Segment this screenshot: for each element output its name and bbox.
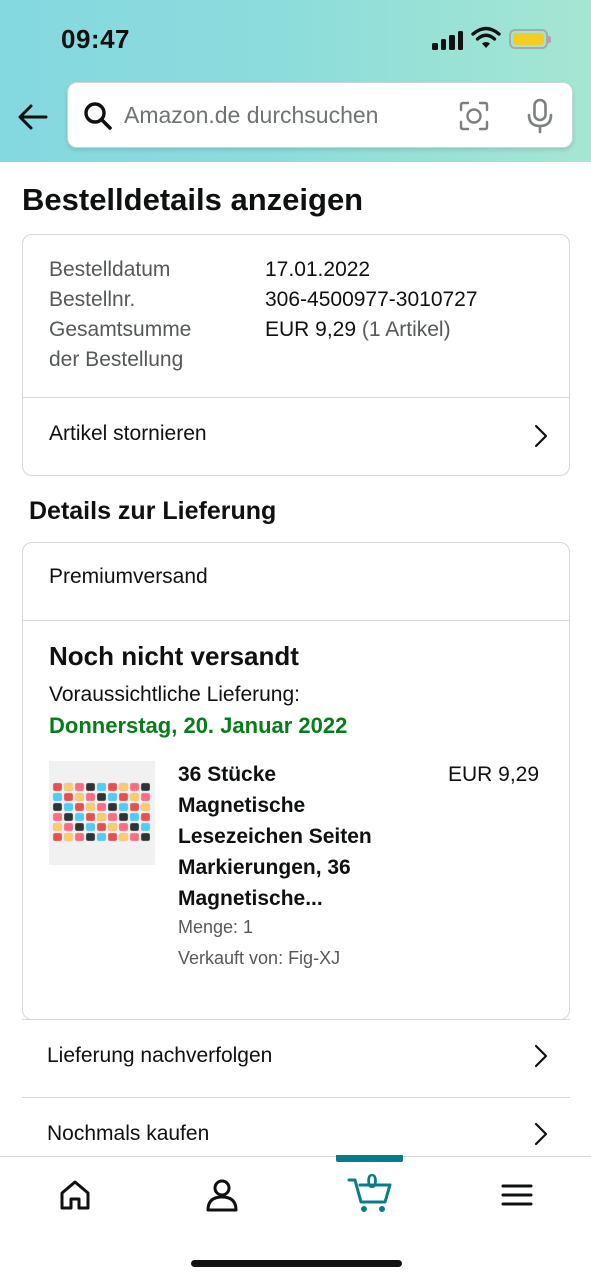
account-icon[interactable] <box>202 1175 242 1215</box>
order-total-label: Gesamtsumme der Bestellung <box>49 315 191 375</box>
cart-count: 0 <box>366 1171 378 1193</box>
order-date-value: 17.01.2022 <box>265 258 371 281</box>
order-summary-card: Bestelldatum 17.01.2022 Bestellnr. 306-4… <box>22 234 570 476</box>
page-title: Bestelldetails anzeigen <box>22 182 364 217</box>
order-total-amount: EUR 9,29 <box>265 318 357 341</box>
shipment-status: Noch nicht versandt <box>49 641 299 671</box>
divider <box>22 1019 570 1020</box>
order-number-value: 306-4500977-3010727 <box>265 288 478 311</box>
product-price: EUR 9,29 <box>448 763 540 786</box>
cancel-items-link[interactable]: Artikel stornieren <box>23 398 569 476</box>
home-indicator <box>191 1260 402 1267</box>
shipping-type: Premiumversand <box>49 565 208 588</box>
cart-button[interactable]: 0 <box>346 1171 394 1217</box>
expected-delivery-date: Donnerstag, 20. Januar 2022 <box>49 713 348 738</box>
home-icon[interactable] <box>55 1175 95 1215</box>
order-total-value: EUR 9,29 (1 Artikel) <box>265 315 451 345</box>
chevron-right-icon <box>534 1122 548 1146</box>
camera-icon[interactable] <box>458 100 490 132</box>
buy-again-label: Nochmals kaufen <box>47 1122 210 1145</box>
order-total-items: (1 Artikel) <box>361 318 451 341</box>
chevron-right-icon <box>534 1044 548 1068</box>
order-total-label-line2: der Bestellung <box>49 348 184 371</box>
active-tab-indicator <box>336 1155 403 1162</box>
order-number-label: Bestellnr. <box>49 288 136 311</box>
cellular-signal-icon <box>432 30 464 50</box>
search-input[interactable] <box>124 83 444 147</box>
product-image[interactable] <box>49 761 155 865</box>
divider <box>23 620 569 621</box>
order-date-label: Bestelldatum <box>49 258 171 281</box>
cancel-items-label: Artikel stornieren <box>49 422 207 445</box>
track-delivery-label: Lieferung nachverfolgen <box>47 1044 273 1067</box>
search-bar[interactable] <box>67 82 573 148</box>
chevron-right-icon <box>534 424 548 448</box>
product-seller: Verkauft von: Fig-XJ <box>178 948 341 968</box>
track-delivery-link[interactable]: Lieferung nachverfolgen <box>22 1019 570 1097</box>
battery-icon <box>509 29 551 49</box>
expected-delivery-label: Voraussichtliche Lieferung: <box>49 683 300 706</box>
wifi-icon <box>471 26 501 48</box>
divider <box>22 1097 570 1098</box>
menu-icon[interactable] <box>497 1175 537 1215</box>
status-time: 09:47 <box>61 24 130 54</box>
app-header: 09:47 <box>0 0 591 162</box>
delivery-section-title: Details zur Lieferung <box>29 497 277 525</box>
product-title[interactable]: 36 Stücke Magnetische Lesezeichen Seiten… <box>178 759 393 914</box>
back-arrow-icon[interactable] <box>16 100 50 134</box>
microphone-icon[interactable] <box>526 98 554 134</box>
order-total-label-line1: Gesamtsumme <box>49 318 192 341</box>
product-quantity: Menge: 1 <box>178 917 254 937</box>
shipment-card: Premiumversand Noch nicht versandt Vorau… <box>22 542 570 1020</box>
search-icon <box>84 102 112 130</box>
